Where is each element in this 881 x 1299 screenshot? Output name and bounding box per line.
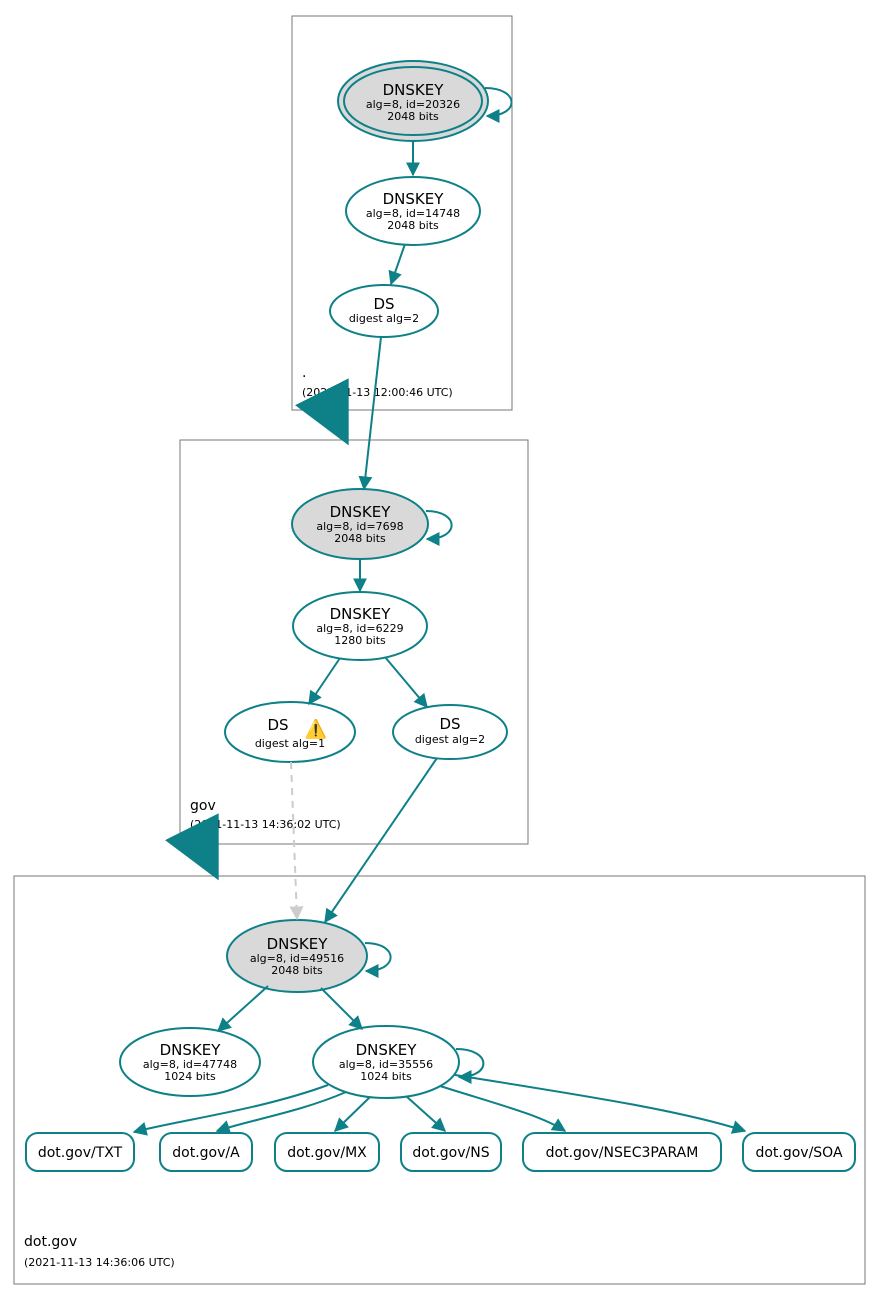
root-ds-title: DS — [373, 295, 394, 313]
node-gov-ds1: DS ⚠️ digest alg=1 — [225, 702, 355, 762]
dg-zsk-b-title: DNSKEY — [356, 1041, 418, 1059]
gov-ds2-alg: digest alg=2 — [415, 733, 485, 746]
node-root-ksk: DNSKEY alg=8, id=20326 2048 bits — [338, 61, 488, 141]
edge-dg-ksk-self — [365, 943, 391, 971]
edge-gov-ds1-dg-ksk — [291, 762, 297, 919]
node-gov-ksk: DNSKEY alg=8, id=7698 2048 bits — [292, 489, 428, 559]
rrset-txt-label: dot.gov/TXT — [38, 1145, 123, 1161]
gov-ds1-alg: digest alg=1 — [255, 737, 325, 750]
edge-gov-zsk-ds2 — [385, 657, 427, 707]
edge-root-zsk-ds — [391, 244, 405, 284]
node-dg-zsk-a: DNSKEY alg=8, id=47748 1024 bits — [120, 1028, 260, 1096]
rrset-ns: dot.gov/NS — [401, 1133, 501, 1171]
edge-gov-zsk-ds1 — [309, 658, 340, 704]
node-gov-ds2: DS digest alg=2 — [393, 705, 507, 759]
zone-root-name: . — [302, 365, 306, 381]
gov-ds2-title: DS — [439, 715, 460, 733]
node-dg-ksk: DNSKEY alg=8, id=49516 2048 bits — [227, 920, 367, 992]
zone-gov-name: gov — [190, 798, 216, 814]
zone-dotgov-ts: (2021-11-13 14:36:06 UTC) — [24, 1256, 175, 1269]
edge-zsk-nsec3 — [440, 1086, 565, 1131]
rrset-soa: dot.gov/SOA — [743, 1133, 855, 1171]
root-ksk-bits: 2048 bits — [387, 110, 439, 123]
rrset-ns-label: dot.gov/NS — [412, 1145, 489, 1161]
rrset-txt: dot.gov/TXT — [26, 1133, 134, 1171]
rrset-a: dot.gov/A — [160, 1133, 252, 1171]
zone-root-ts: (2021-11-13 12:00:46 UTC) — [302, 386, 453, 399]
edge-zsk-soa — [455, 1075, 745, 1131]
node-gov-zsk: DNSKEY alg=8, id=6229 1280 bits — [293, 592, 427, 660]
edge-zsk-mx — [335, 1097, 370, 1131]
root-ksk-title: DNSKEY — [383, 81, 445, 99]
zone-dotgov-name: dot.gov — [24, 1234, 77, 1250]
edge-zsk-a — [217, 1092, 346, 1131]
gov-ksk-title: DNSKEY — [330, 503, 392, 521]
rrset-soa-label: dot.gov/SOA — [755, 1145, 843, 1161]
node-root-zsk: DNSKEY alg=8, id=14748 2048 bits — [346, 177, 480, 245]
zone-arrow-root-gov — [330, 408, 346, 440]
dg-ksk-title: DNSKEY — [267, 935, 329, 953]
dg-zsk-b-bits: 1024 bits — [360, 1070, 412, 1083]
rrset-mx-label: dot.gov/MX — [287, 1145, 367, 1161]
dg-zsk-a-title: DNSKEY — [160, 1041, 222, 1059]
dg-ksk-bits: 2048 bits — [271, 964, 323, 977]
edge-gov-ds2-dg-ksk — [325, 758, 437, 922]
gov-zsk-title: DNSKEY — [330, 605, 392, 623]
root-ds-alg: digest alg=2 — [349, 312, 419, 325]
edge-root-ds-gov-ksk — [364, 337, 381, 489]
rrset-nsec3-label: dot.gov/NSEC3PARAM — [546, 1145, 699, 1161]
rrset-mx: dot.gov/MX — [275, 1133, 379, 1171]
dg-zsk-a-bits: 1024 bits — [164, 1070, 216, 1083]
edge-dg-ksk-zsk-b — [321, 988, 362, 1029]
rrset-nsec3: dot.gov/NSEC3PARAM — [523, 1133, 721, 1171]
node-dg-zsk-b: DNSKEY alg=8, id=35556 1024 bits — [313, 1026, 459, 1098]
rrset-a-label: dot.gov/A — [172, 1145, 240, 1161]
zone-arrow-gov-dotgov — [200, 843, 216, 875]
root-zsk-title: DNSKEY — [383, 190, 445, 208]
node-root-ds: DS digest alg=2 — [330, 285, 438, 337]
root-zsk-bits: 2048 bits — [387, 219, 439, 232]
gov-ds1-title: DS — [267, 716, 288, 734]
gov-ksk-bits: 2048 bits — [334, 532, 386, 545]
edge-dg-ksk-zsk-a — [218, 986, 268, 1031]
zone-gov-ts: (2021-11-13 14:36:02 UTC) — [190, 818, 341, 831]
edge-gov-ksk-self — [426, 511, 452, 539]
gov-zsk-bits: 1280 bits — [334, 634, 386, 647]
edge-zsk-ns — [406, 1096, 445, 1131]
edge-dg-zsk-b-self — [456, 1049, 483, 1077]
